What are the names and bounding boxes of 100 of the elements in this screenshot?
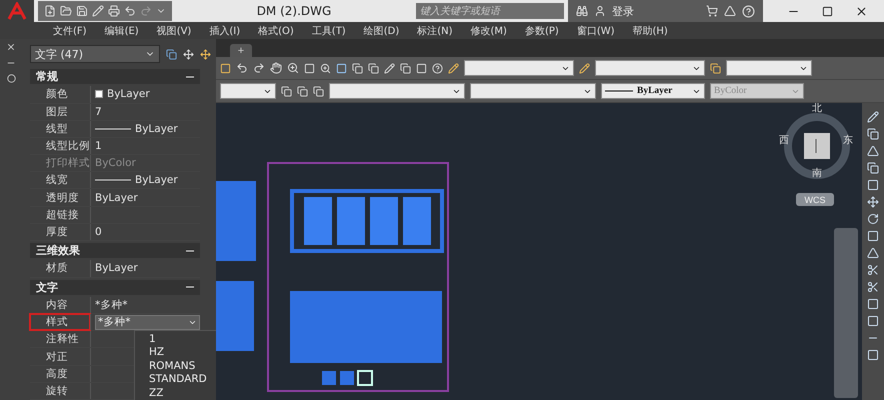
property-label: 厚度 [45,224,69,240]
menu-item[interactable]: 帮助(H) [624,24,677,38]
menu-item[interactable]: 视图(V) [148,24,200,38]
zoom-icon[interactable] [287,62,299,74]
property-value: ByLayer [95,192,138,204]
new-tab-button[interactable]: + [230,44,252,57]
menu-item[interactable]: 文件(F) [44,24,96,38]
modify-tool-icon[interactable] [867,298,879,310]
help-icon[interactable] [742,4,755,18]
dimension-style-select[interactable] [595,60,705,76]
property-label: 线型 [45,122,69,137]
toolbar-select[interactable] [329,83,465,99]
modify-tool-icon[interactable] [867,315,879,327]
property-label: 图层 [45,104,69,120]
menu-item[interactable]: 编辑(E) [96,24,148,38]
new-file-icon[interactable] [44,5,56,17]
maximize-icon[interactable] [822,4,833,18]
property-label: 透明度 [45,190,80,206]
close-icon[interactable] [855,4,868,18]
save-icon[interactable] [76,5,88,17]
property-value: ByLayer [107,88,150,100]
dropdown-option[interactable]: ROMANS [149,360,216,374]
color-swatch-icon [95,90,103,98]
menu-item[interactable]: 参数(P) [516,24,568,38]
menu-item[interactable]: 工具(T) [302,24,355,38]
property-value: 1 [95,140,102,152]
style-select[interactable]: *多种* [95,314,200,330]
section-header[interactable]: 三维效果 [30,242,200,258]
cart-icon[interactable] [706,5,718,17]
compass-direction: 北 [812,103,822,115]
property-value: 7 [95,106,102,118]
undo-icon[interactable] [236,62,248,74]
modify-tool-icon[interactable] [867,128,879,140]
property-label: 打印样式 [45,156,90,172]
property-label: 注释性 [45,332,80,348]
modify-tool-icon[interactable] [867,230,879,242]
dropdown-option[interactable]: HZ [149,346,216,360]
toolbar-select[interactable]: ByLayer [601,83,705,99]
modify-tool-icon[interactable] [867,281,879,293]
property-label: 超链接 [45,208,80,223]
printer-icon[interactable] [108,5,120,17]
sign-in-link[interactable]: 登录 [612,4,634,18]
menu-item[interactable]: 插入(I) [200,24,250,38]
toolbar-select[interactable] [220,83,276,99]
window-title: DM (2).DWG [256,4,332,18]
section-header[interactable]: 文字 [30,280,200,295]
menu-item[interactable]: 标注(N) [408,24,462,38]
property-label: 样式 [30,314,90,330]
edit-file-icon[interactable] [92,5,104,17]
help-icon[interactable] [432,62,443,74]
modify-tool-icon[interactable] [867,213,879,225]
dropdown-option[interactable]: STANDARD [149,373,216,387]
modify-tool-icon[interactable] [867,196,879,208]
user-icon[interactable] [594,5,606,17]
property-value: *多种* [95,298,128,312]
pan-icon[interactable] [270,62,282,74]
menu-item[interactable]: 窗口(W) [568,24,624,38]
menu-item[interactable]: 绘图(D) [354,24,408,38]
property-value: 0 [95,226,102,238]
object-type-select[interactable]: 文字 (47) [30,45,160,63]
property-label: 高度 [45,366,69,382]
view-cube-face-icon[interactable] [804,133,830,159]
compass-direction: 西 [779,134,789,147]
menu-item[interactable]: 修改(M) [462,24,516,38]
modify-tool-icon[interactable] [867,145,879,157]
property-label: 内容 [45,298,69,314]
dropdown-option[interactable]: ZZ [149,386,216,400]
modify-tool-icon[interactable] [867,111,879,123]
section-header[interactable]: 常规 [30,69,200,84]
close-icon[interactable] [6,42,16,52]
text-style-select[interactable] [464,60,574,76]
property-label: 线宽 [45,173,69,188]
property-value: ByLayer [135,174,178,186]
property-label: 颜色 [45,87,69,102]
modify-tool-icon[interactable] [867,349,879,361]
zoom-previous-icon[interactable] [320,62,331,74]
line-sample-icon [605,89,633,93]
redo-icon[interactable] [253,62,265,74]
property-label: 对正 [45,350,69,365]
dropdown-option[interactable]: 1 [149,333,216,346]
modify-tool-icon[interactable] [867,264,879,276]
search-field[interactable]: 键入关键字或短语 [416,3,564,19]
open-folder-icon[interactable] [60,5,72,17]
markup-icon[interactable] [384,62,395,74]
property-value: ByLayer [95,262,138,274]
property-label: 旋转 [45,384,69,399]
undo-icon[interactable] [124,5,136,17]
compass-direction: 南 [812,166,822,180]
table-style-select[interactable] [726,60,812,76]
modify-tool-icon[interactable] [867,247,879,259]
property-label: 线型比例 [45,139,90,154]
property-value: ByLayer [135,122,178,135]
triangle-icon[interactable] [724,5,736,17]
toolbar-select[interactable] [470,83,596,99]
modify-tool-icon[interactable] [867,162,879,174]
modify-tool-icon[interactable] [867,179,879,191]
menu-item[interactable]: 格式(O) [249,24,303,38]
binoculars-icon[interactable] [576,5,588,17]
property-value: ByColor [95,157,136,170]
line-sample-icon [95,126,131,131]
